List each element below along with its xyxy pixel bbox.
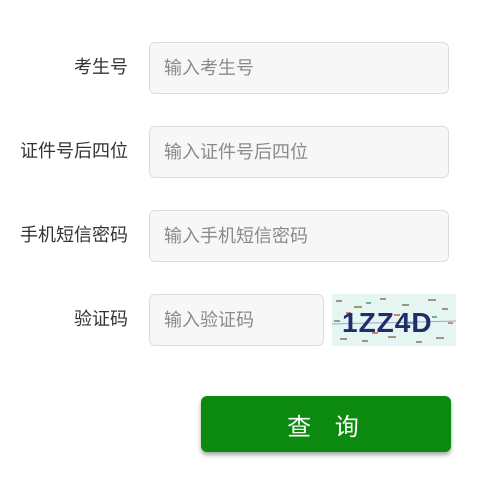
- exam-number-input[interactable]: [149, 42, 449, 94]
- sms-password-input[interactable]: [149, 210, 449, 262]
- captcha-image[interactable]: 1ZZ4D: [332, 294, 456, 346]
- exam-number-label: 考生号: [74, 57, 128, 78]
- sms-password-row: 手机短信密码: [0, 210, 480, 262]
- query-button[interactable]: 查 询: [201, 396, 451, 452]
- captcha-label: 验证码: [74, 309, 128, 330]
- id-last4-row: 证件号后四位: [0, 126, 480, 178]
- id-last4-label: 证件号后四位: [20, 141, 128, 162]
- id-last4-input[interactable]: [149, 126, 449, 178]
- sms-password-label: 手机短信密码: [20, 225, 128, 246]
- captcha-row: 验证码 1: [0, 294, 480, 346]
- exam-number-row: 考生号: [0, 42, 480, 94]
- captcha-input[interactable]: [149, 294, 324, 346]
- captcha-text: 1ZZ4D: [342, 307, 433, 338]
